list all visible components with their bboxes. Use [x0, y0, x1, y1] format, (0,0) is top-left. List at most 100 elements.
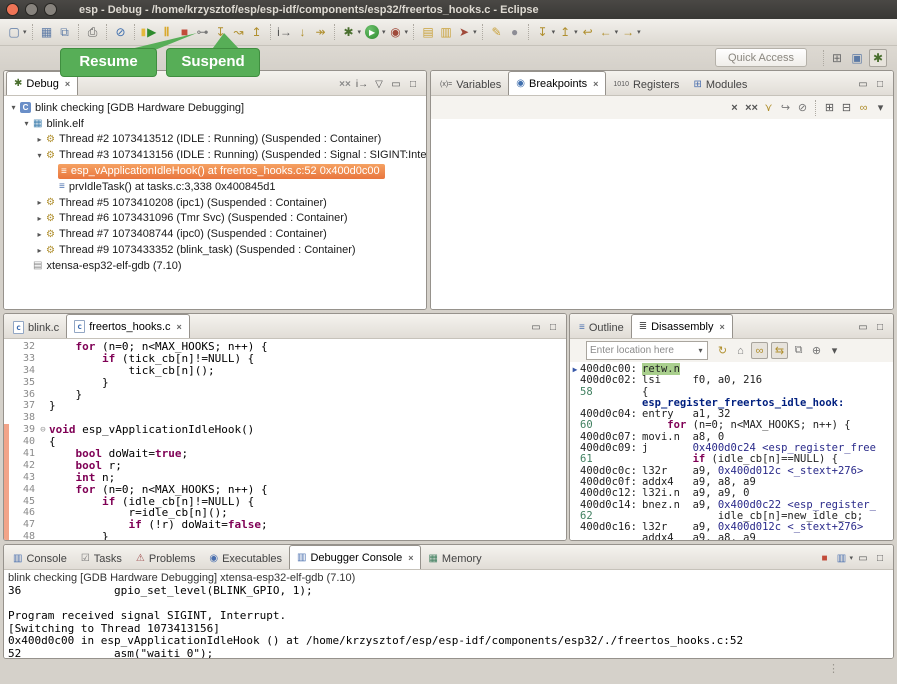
display-console-button[interactable]: ▥▾: [834, 551, 853, 565]
filter-breakpoints-button[interactable]: ⋎: [761, 100, 776, 115]
console-tab-executables[interactable]: ◉Executables: [202, 548, 289, 569]
line-number[interactable]: 47: [9, 519, 37, 531]
view-menu-button[interactable]: ▾: [827, 343, 842, 358]
sync-context-toggle[interactable]: ⇆: [771, 342, 788, 359]
mark-occurrences-button[interactable]: ✎: [489, 23, 505, 41]
line-number[interactable]: 48: [9, 531, 37, 540]
back-button-dropdown-icon[interactable]: ▾: [615, 28, 619, 36]
console-content[interactable]: blink checking [GDB Hardware Debugging] …: [4, 570, 893, 658]
next-annotation-button[interactable]: ↧▾: [535, 23, 556, 41]
expand-icon[interactable]: ▸: [34, 198, 45, 207]
new-wizard-button-dropdown-icon[interactable]: ▾: [23, 28, 27, 36]
back-button[interactable]: ←▾: [598, 23, 619, 41]
collapse-icon[interactable]: ▾: [34, 151, 45, 160]
breakpoints-content[interactable]: [431, 119, 893, 309]
code-editor[interactable]: 32 for (n=0; n<MAX_HOOKS; n++) {33 if (t…: [4, 339, 566, 540]
external-tools-button-dropdown-icon[interactable]: ▾: [405, 28, 409, 36]
maximize-button[interactable]: □: [873, 320, 887, 334]
tree-item[interactable]: ▸⚙Thread #6 1073431096 (Tmr Svc) (Suspen…: [4, 211, 426, 227]
tree-item[interactable]: ▾▦blink.elf: [4, 116, 426, 132]
disconnect-button[interactable]: ⊶: [195, 23, 211, 41]
web-browser-button[interactable]: ●: [507, 23, 523, 41]
expand-icon[interactable]: ▸: [34, 135, 45, 144]
run-button-dropdown-icon[interactable]: ▾: [382, 28, 386, 36]
expand-all-button[interactable]: ⊞: [822, 100, 837, 115]
line-number[interactable]: 46: [9, 507, 37, 519]
last-edit-location-button[interactable]: ↩: [580, 23, 596, 41]
minimize-button[interactable]: ▭: [856, 320, 870, 334]
line-number[interactable]: 44: [9, 484, 37, 496]
maximize-button[interactable]: □: [406, 77, 420, 91]
step-return-button[interactable]: ↥: [249, 23, 265, 41]
views-tab-breakpoints[interactable]: ◉Breakpoints×: [508, 71, 606, 95]
line-number[interactable]: 35: [9, 377, 37, 389]
collapse-all-button[interactable]: ⊟: [839, 100, 854, 115]
expand-icon[interactable]: ▸: [34, 230, 45, 239]
line-number[interactable]: 34: [9, 365, 37, 377]
view-menu-button[interactable]: ▽: [372, 77, 386, 91]
editor-tab-blink-c[interactable]: cblink.c: [6, 317, 66, 338]
line-number[interactable]: 32: [9, 341, 37, 353]
quick-access-button[interactable]: Quick Access: [715, 48, 807, 67]
instruction-stepping-toggle[interactable]: i→: [355, 77, 369, 91]
remove-breakpoint-button[interactable]: ×: [727, 100, 742, 115]
previous-annotation-button-dropdown-icon[interactable]: ▾: [574, 28, 578, 36]
drop-to-frame-button[interactable]: ↓: [295, 23, 311, 41]
tree-item-selected[interactable]: ≡esp_vApplicationIdleHook() at freertos_…: [4, 163, 426, 179]
next-annotation-button-dropdown-icon[interactable]: ▾: [552, 28, 556, 36]
launch-button[interactable]: ➤▾: [456, 23, 477, 41]
use-step-filters-button[interactable]: ↠: [313, 23, 329, 41]
tree-item[interactable]: ▸⚙Thread #2 1073413512 (IDLE : Running) …: [4, 132, 426, 148]
pin-view-button[interactable]: ⊕: [809, 343, 824, 358]
minimize-button[interactable]: ▭: [529, 320, 543, 334]
terminate-console-button[interactable]: ■: [817, 551, 831, 565]
skip-all-breakpoints-toggle[interactable]: ⊘: [795, 100, 810, 115]
line-number[interactable]: 43: [9, 472, 37, 484]
line-number[interactable]: 37: [9, 400, 37, 412]
open-folder-button[interactable]: ▤: [420, 23, 436, 41]
editor-tab-freertos-hooks-c[interactable]: cfreertos_hooks.c×: [66, 314, 190, 338]
line-number[interactable]: 42: [9, 460, 37, 472]
debug-tree[interactable]: ▾Cblink checking [GDB Hardware Debugging…: [4, 96, 426, 309]
link-with-debug-button[interactable]: ∞: [856, 100, 871, 115]
remove-all-terminated-button[interactable]: ××: [338, 77, 352, 91]
run-button[interactable]: ▶▾: [363, 23, 386, 41]
instruction-stepping-button[interactable]: i→: [277, 23, 293, 41]
cpp-perspective-button[interactable]: ▣: [849, 49, 865, 67]
external-tools-button[interactable]: ◉▾: [388, 23, 409, 41]
console-tab-problems[interactable]: ⚠Problems: [129, 548, 202, 569]
window-minimize-button[interactable]: [25, 3, 38, 16]
step-into-button[interactable]: ↧: [213, 23, 229, 41]
debug-perspective-button[interactable]: ✱: [869, 49, 887, 67]
line-number[interactable]: 38: [9, 412, 37, 424]
skip-all-breakpoints-button[interactable]: ⊘: [113, 23, 129, 41]
forward-button[interactable]: →▾: [620, 23, 641, 41]
folder-button[interactable]: ▥: [438, 23, 454, 41]
console-tab-debugger-console[interactable]: ▥Debugger Console×: [289, 545, 421, 569]
open-perspective-button[interactable]: ⊞: [829, 49, 845, 67]
disassembly-content[interactable]: ▶400d0c00:retw.n400d0c02:lsi f0, a0, 216…: [570, 362, 893, 540]
line-number[interactable]: 41: [9, 448, 37, 460]
suspend-button[interactable]: Ⅱ: [159, 23, 175, 41]
maximize-button[interactable]: □: [546, 320, 560, 334]
forward-button-dropdown-icon[interactable]: ▾: [637, 28, 641, 36]
collapse-icon[interactable]: ▾: [21, 119, 32, 128]
resume-button[interactable]: ▶: [141, 23, 157, 41]
line-number[interactable]: 40: [9, 436, 37, 448]
expand-icon[interactable]: ▸: [34, 246, 45, 255]
home-button[interactable]: ⌂: [733, 343, 748, 358]
step-over-button[interactable]: ↝: [231, 23, 247, 41]
collapse-icon[interactable]: ▾: [8, 103, 19, 112]
tree-item[interactable]: ▾Cblink checking [GDB Hardware Debugging…: [4, 100, 426, 116]
close-tab-icon[interactable]: ×: [719, 322, 724, 332]
tree-item[interactable]: ▸⚙Thread #9 1073433352 (blink_task) (Sus…: [4, 242, 426, 258]
window-close-button[interactable]: [6, 3, 19, 16]
save-button[interactable]: ▦: [39, 23, 55, 41]
maximize-button[interactable]: □: [873, 77, 887, 91]
save-all-button[interactable]: ⧉: [57, 23, 73, 41]
console-tab-console[interactable]: ▥Console: [6, 548, 74, 569]
line-number[interactable]: 33: [9, 353, 37, 365]
expand-icon[interactable]: ▸: [34, 214, 45, 223]
minimize-button[interactable]: ▭: [856, 551, 870, 565]
close-tab-icon[interactable]: ×: [593, 79, 598, 89]
